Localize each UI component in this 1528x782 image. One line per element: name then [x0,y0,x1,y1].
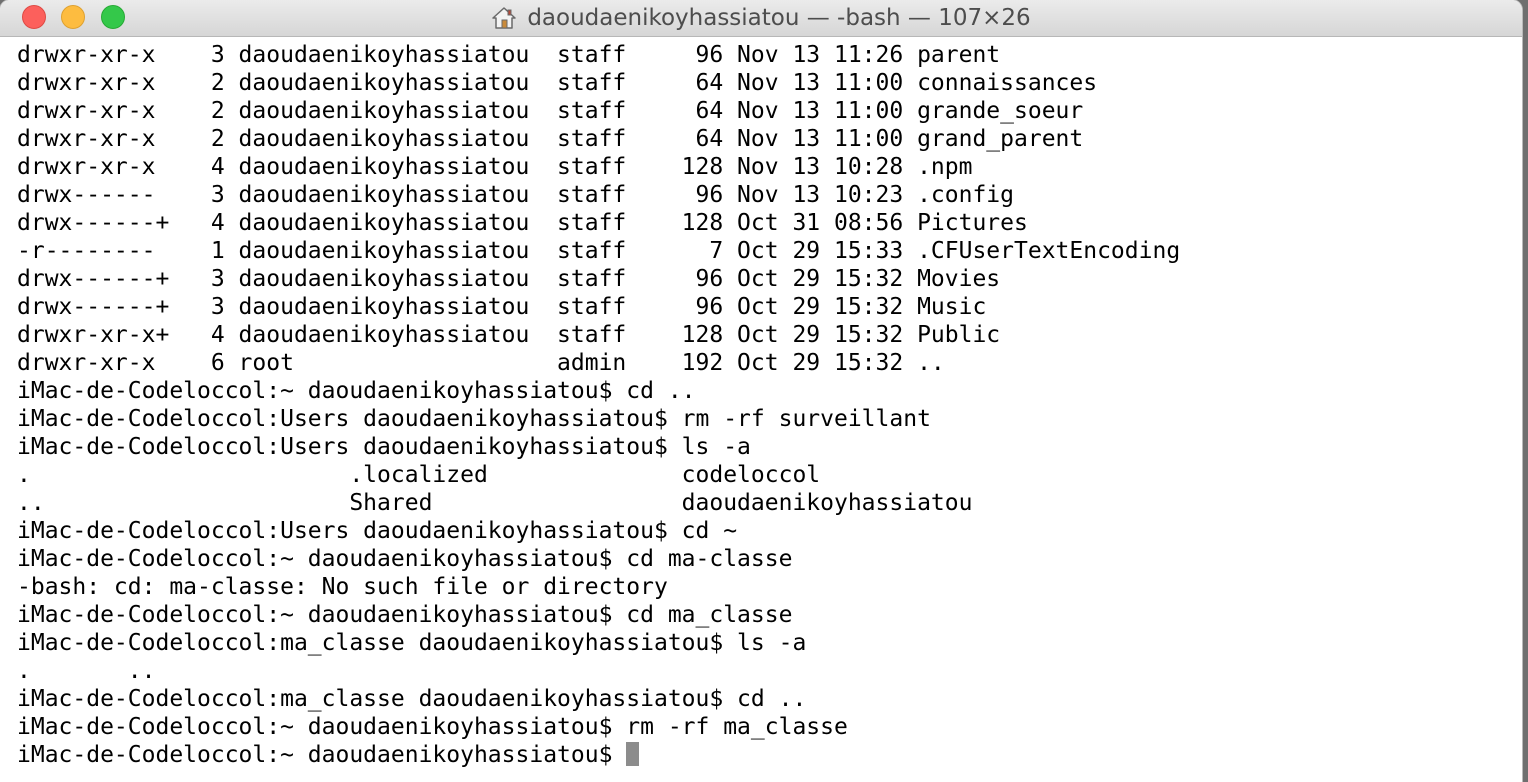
terminal-line: .. Shared daoudaenikoyhassiatou [17,489,1522,517]
terminal-line-text: drwx------+ 3 daoudaenikoyhassiatou staf… [17,266,1001,292]
terminal-line-text: iMac-de-Codeloccol:Users daoudaenikoyhas… [17,518,738,544]
terminal-line-text: drwx------+ 4 daoudaenikoyhassiatou staf… [17,210,1028,236]
terminal-line: drwx------+ 3 daoudaenikoyhassiatou staf… [17,293,1522,321]
terminal-line-text: drwxr-xr-x 2 daoudaenikoyhassiatou staff… [17,70,1098,96]
terminal-line-text: drwxr-xr-x 6 root admin 192 Oct 29 15:32… [17,350,945,376]
terminal-line: iMac-de-Codeloccol:~ daoudaenikoyhassiat… [17,741,1522,769]
terminal-line: drwxr-xr-x 6 root admin 192 Oct 29 15:32… [17,349,1522,377]
terminal-line-text: drwx------ 3 daoudaenikoyhassiatou staff… [17,182,1014,208]
terminal-line: iMac-de-Codeloccol:Users daoudaenikoyhas… [17,405,1522,433]
terminal-line-text: iMac-de-Codeloccol:~ daoudaenikoyhassiat… [17,714,848,740]
terminal-line-text: iMac-de-Codeloccol:ma_classe daoudaeniko… [17,630,807,656]
terminal-line: drwxr-xr-x 2 daoudaenikoyhassiatou staff… [17,97,1522,125]
home-icon [491,6,517,30]
terminal-line-text: drwxr-xr-x 2 daoudaenikoyhassiatou staff… [17,98,1084,124]
terminal-line-text: drwxr-xr-x 2 daoudaenikoyhassiatou staff… [17,126,1084,152]
window-title: daoudaenikoyhassiatou — -bash — 107×26 [0,0,1522,36]
terminal-line: -r-------- 1 daoudaenikoyhassiatou staff… [17,237,1522,265]
terminal-line: drwxr-xr-x 4 daoudaenikoyhassiatou staff… [17,153,1522,181]
terminal-line-text: iMac-de-Codeloccol:~ daoudaenikoyhassiat… [17,378,696,404]
terminal-line: iMac-de-Codeloccol:~ daoudaenikoyhassiat… [17,601,1522,629]
title-bar[interactable]: daoudaenikoyhassiatou — -bash — 107×26 [0,0,1522,37]
terminal-line-text: iMac-de-Codeloccol:~ daoudaenikoyhassiat… [17,602,793,628]
terminal-line: iMac-de-Codeloccol:ma_classe daoudaeniko… [17,685,1522,713]
terminal-line-text: drwxr-xr-x 3 daoudaenikoyhassiatou staff… [17,42,1001,68]
terminal-line-text: -r-------- 1 daoudaenikoyhassiatou staff… [17,238,1181,264]
terminal-line: iMac-de-Codeloccol:ma_classe daoudaeniko… [17,629,1522,657]
terminal-line-text: iMac-de-Codeloccol:~ daoudaenikoyhassiat… [17,742,627,768]
terminal-line: iMac-de-Codeloccol:~ daoudaenikoyhassiat… [17,713,1522,741]
terminal-line-text: iMac-de-Codeloccol:Users daoudaenikoyhas… [17,406,931,432]
terminal-line: drwxr-xr-x 2 daoudaenikoyhassiatou staff… [17,69,1522,97]
terminal-line-text: drwx------+ 3 daoudaenikoyhassiatou staf… [17,294,987,320]
terminal-line: iMac-de-Codeloccol:~ daoudaenikoyhassiat… [17,545,1522,573]
terminal-line: drwxr-xr-x 2 daoudaenikoyhassiatou staff… [17,125,1522,153]
window-title-text: daoudaenikoyhassiatou — -bash — 107×26 [527,5,1031,31]
terminal-line-text: iMac-de-Codeloccol:ma_classe daoudaeniko… [17,686,807,712]
terminal-line: drwx------+ 4 daoudaenikoyhassiatou staf… [17,209,1522,237]
terminal-line-text: -bash: cd: ma-classe: No such file or di… [17,574,668,600]
terminal-line: . .. [17,657,1522,685]
terminal-line: iMac-de-Codeloccol:~ daoudaenikoyhassiat… [17,377,1522,405]
terminal-line-text: drwxr-xr-x 4 daoudaenikoyhassiatou staff… [17,154,973,180]
terminal-line: drwx------+ 3 daoudaenikoyhassiatou staf… [17,265,1522,293]
terminal-line: drwxr-xr-x 3 daoudaenikoyhassiatou staff… [17,41,1522,69]
terminal-line: drwxr-xr-x+ 4 daoudaenikoyhassiatou staf… [17,321,1522,349]
terminal-line: iMac-de-Codeloccol:Users daoudaenikoyhas… [17,517,1522,545]
terminal-line-text: .. Shared daoudaenikoyhassiatou [17,490,973,516]
terminal-line: . .localized codeloccol [17,461,1522,489]
terminal-line-text: . .localized codeloccol [17,462,821,488]
terminal-line: -bash: cd: ma-classe: No such file or di… [17,573,1522,601]
terminal-window: daoudaenikoyhassiatou — -bash — 107×26 d… [0,0,1522,782]
terminal-line-text: iMac-de-Codeloccol:Users daoudaenikoyhas… [17,434,751,460]
terminal-output[interactable]: drwxr-xr-x 3 daoudaenikoyhassiatou staff… [0,37,1522,782]
terminal-line-text: iMac-de-Codeloccol:~ daoudaenikoyhassiat… [17,546,793,572]
terminal-line-text: drwxr-xr-x+ 4 daoudaenikoyhassiatou staf… [17,322,1001,348]
terminal-line: drwx------ 3 daoudaenikoyhassiatou staff… [17,181,1522,209]
terminal-line-text: . .. [17,658,156,684]
text-cursor [626,742,640,766]
terminal-line: iMac-de-Codeloccol:Users daoudaenikoyhas… [17,433,1522,461]
